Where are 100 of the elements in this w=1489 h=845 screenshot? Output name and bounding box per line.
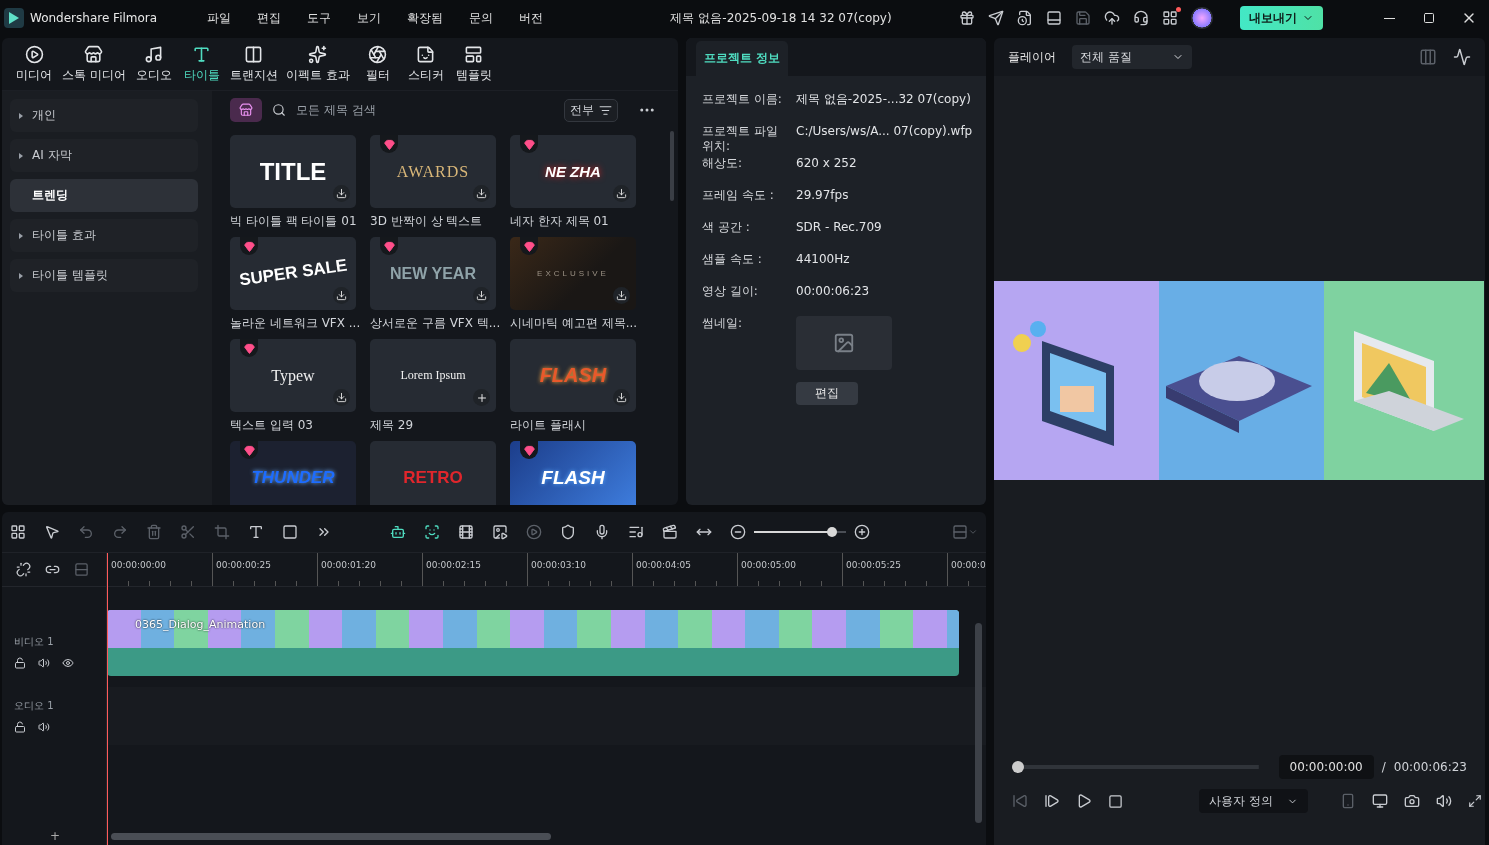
category-item[interactable]: 트렌딩 — [10, 179, 198, 212]
media-tab[interactable]: 타이틀 — [177, 44, 226, 84]
cloud-upload-icon[interactable] — [1104, 10, 1120, 26]
zoom-in-icon[interactable] — [854, 524, 870, 540]
unlink-icon[interactable] — [16, 562, 31, 577]
download-icon[interactable] — [613, 389, 630, 406]
previous-frame-icon[interactable] — [1012, 793, 1028, 809]
download-icon[interactable] — [333, 287, 350, 304]
menu-item[interactable]: 보기 — [357, 9, 382, 27]
project-info-tab[interactable]: 프로젝트 정보 — [696, 41, 789, 76]
title-thumbnail[interactable]: AWARDS — [370, 135, 496, 208]
send-icon[interactable] — [988, 10, 1004, 26]
title-thumbnail[interactable]: NEW YEAR — [370, 237, 496, 310]
category-item[interactable]: 타이틀 템플릿 — [10, 259, 198, 292]
volume-icon[interactable] — [38, 657, 50, 669]
download-icon[interactable] — [333, 389, 350, 406]
scrubber-thumb[interactable] — [1012, 761, 1024, 773]
download-icon[interactable] — [613, 185, 630, 202]
clapperboard-icon[interactable] — [662, 524, 678, 540]
quality-dropdown[interactable]: 전체 품질 — [1072, 45, 1192, 69]
speed-dropdown[interactable]: 사용자 정의 — [1199, 789, 1308, 813]
thumbnail-placeholder[interactable] — [796, 316, 892, 370]
menu-item[interactable]: 버전 — [519, 9, 544, 27]
media-tab[interactable]: 오디오 — [129, 44, 178, 84]
menu-item[interactable]: 편집 — [257, 9, 282, 27]
fullscreen-icon[interactable] — [1467, 794, 1482, 808]
track-height-icon[interactable] — [952, 524, 968, 540]
delete-icon[interactable] — [146, 524, 162, 540]
title-thumbnail[interactable]: NE ZHA — [510, 135, 636, 208]
title-thumbnail[interactable]: SUPER SALE — [230, 237, 356, 310]
monitor-icon[interactable] — [1371, 793, 1388, 809]
volume-icon[interactable] — [38, 721, 50, 733]
text-icon[interactable] — [248, 524, 264, 540]
save-icon[interactable] — [1075, 10, 1091, 26]
download-icon[interactable] — [613, 287, 630, 304]
download-icon[interactable] — [473, 185, 490, 202]
filter-button[interactable]: 전부 — [564, 98, 618, 122]
headset-icon[interactable] — [1133, 10, 1149, 26]
eye-icon[interactable] — [62, 657, 74, 669]
crop-icon[interactable] — [214, 524, 230, 540]
add-icon[interactable] — [473, 389, 490, 406]
play-icon[interactable] — [1076, 793, 1092, 809]
category-item[interactable]: AI 자막 — [10, 139, 198, 172]
avatar[interactable] — [1191, 7, 1213, 29]
add-track-button[interactable]: + — [50, 829, 61, 843]
scrollbar[interactable] — [670, 131, 674, 201]
player-tab[interactable]: 플레이어 — [1008, 48, 1056, 66]
media-tab[interactable]: 트랜지션 — [225, 44, 282, 84]
category-item[interactable]: 타이틀 효과 — [10, 219, 198, 252]
waveform-icon[interactable] — [1453, 48, 1471, 66]
title-thumbnail[interactable]: THUNDER — [230, 441, 356, 505]
undo-icon[interactable] — [78, 524, 94, 540]
store-icon[interactable] — [230, 98, 262, 122]
gift-icon[interactable] — [959, 10, 975, 26]
vertical-scrollbar[interactable] — [975, 623, 982, 823]
image-play-icon[interactable] — [492, 524, 508, 540]
title-thumbnail[interactable]: EXCLUSIVE — [510, 237, 636, 310]
zoom-slider-thumb[interactable] — [827, 527, 838, 537]
title-thumbnail[interactable]: Lorem Ipsum — [370, 339, 496, 412]
face-scan-icon[interactable] — [424, 524, 440, 540]
media-tab[interactable]: 스티커 — [401, 44, 450, 84]
stop-icon[interactable] — [1108, 793, 1123, 809]
title-thumbnail[interactable]: TITLE — [230, 135, 356, 208]
lock-icon[interactable] — [14, 721, 26, 733]
category-item[interactable]: 개인 — [10, 99, 198, 132]
volume-icon[interactable] — [1435, 793, 1452, 809]
camera-icon[interactable] — [1403, 793, 1420, 809]
columns-icon[interactable] — [1419, 48, 1437, 66]
menu-item[interactable]: 확장됨 — [407, 9, 444, 27]
redo-icon[interactable] — [112, 524, 128, 540]
menu-item[interactable]: 파일 — [207, 9, 232, 27]
robot-icon[interactable] — [390, 524, 406, 540]
play-circle-icon[interactable] — [526, 524, 542, 540]
music-list-icon[interactable] — [628, 524, 644, 540]
media-tab[interactable]: 미디어 — [10, 44, 58, 84]
zoom-out-icon[interactable] — [730, 524, 746, 540]
apps-grid-icon[interactable] — [1162, 10, 1178, 26]
panel-icon[interactable] — [1046, 10, 1062, 26]
horizontal-scrollbar[interactable] — [111, 833, 551, 840]
edit-button[interactable]: 편집 — [796, 382, 858, 405]
document-clock-icon[interactable] — [1017, 10, 1033, 26]
shield-icon[interactable] — [560, 524, 576, 540]
download-icon[interactable] — [333, 185, 350, 202]
title-thumbnail[interactable]: FLASH — [510, 339, 636, 412]
scissors-icon[interactable] — [180, 524, 196, 540]
pointer-icon[interactable] — [44, 524, 60, 540]
microphone-icon[interactable] — [594, 524, 610, 540]
lock-icon[interactable] — [14, 657, 26, 669]
download-icon[interactable] — [473, 287, 490, 304]
export-button[interactable]: 내보내기 — [1240, 6, 1323, 30]
layout-icon[interactable] — [10, 524, 26, 540]
square-icon[interactable] — [282, 524, 298, 540]
search-field[interactable]: 모든 제목 검색 — [296, 103, 554, 117]
media-tab[interactable]: 필터 — [353, 44, 402, 84]
media-tab[interactable]: 템플릿 — [449, 44, 498, 84]
title-thumbnail[interactable]: Typew — [230, 339, 356, 412]
track-icon[interactable] — [74, 562, 89, 577]
media-tab[interactable]: 이펙트 효과 — [281, 44, 354, 84]
menu-item[interactable]: 문의 — [469, 9, 494, 27]
media-tab[interactable]: 스톡 미디어 — [58, 44, 130, 84]
